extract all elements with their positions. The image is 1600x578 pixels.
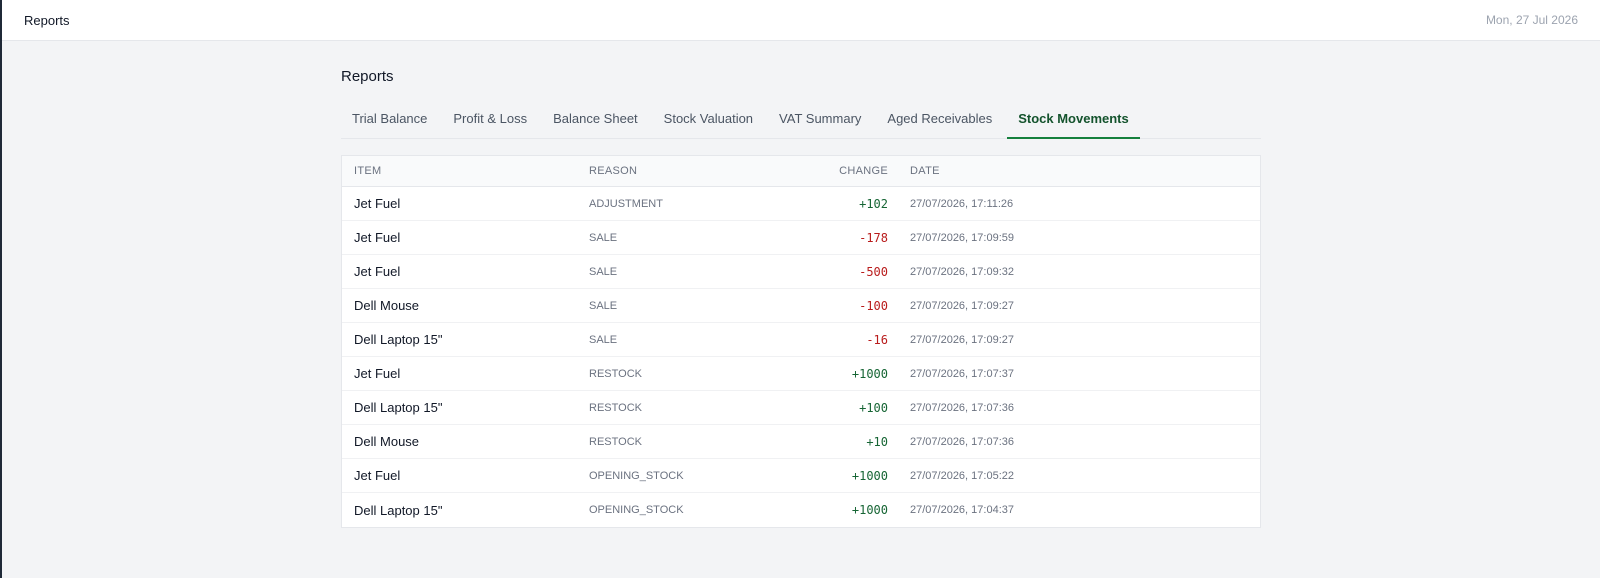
cell-change: +1000 xyxy=(851,503,888,517)
cell-date: 27/07/2026, 17:07:36 xyxy=(910,435,1014,448)
cell-change: +1000 xyxy=(851,366,888,381)
table-header: ITEM REASON CHANGE DATE xyxy=(342,156,1260,187)
cell-date: 27/07/2026, 17:07:37 xyxy=(910,367,1014,380)
table-row[interactable]: Jet Fuel SALE -178 27/07/2026, 17:09:59 xyxy=(342,221,1260,255)
cell-item: Jet Fuel xyxy=(354,468,401,483)
cell-reason: RESTOCK xyxy=(589,435,642,448)
tab-balance-sheet[interactable]: Balance Sheet xyxy=(542,102,649,138)
cell-change: -100 xyxy=(859,298,888,313)
cell-change: -16 xyxy=(866,332,888,347)
tab-vat-summary[interactable]: VAT Summary xyxy=(768,102,872,138)
cell-change: +1000 xyxy=(851,468,888,483)
page-title: Reports xyxy=(341,68,394,85)
table-row[interactable]: Dell Laptop 15" RESTOCK +100 27/07/2026,… xyxy=(342,391,1260,425)
cell-item: Jet Fuel xyxy=(354,196,401,211)
table-row[interactable]: Jet Fuel ADJUSTMENT +102 27/07/2026, 17:… xyxy=(342,187,1260,221)
cell-reason: RESTOCK xyxy=(589,367,642,380)
topbar-title: Reports xyxy=(24,12,70,28)
cell-item: Dell Mouse xyxy=(354,434,420,449)
cell-change: +102 xyxy=(859,196,888,211)
cell-reason: RESTOCK xyxy=(589,401,642,414)
table-body: Jet Fuel ADJUSTMENT +102 27/07/2026, 17:… xyxy=(342,187,1260,527)
cell-reason: OPENING_STOCK xyxy=(589,469,684,482)
table-row[interactable]: Dell Mouse SALE -100 27/07/2026, 17:09:2… xyxy=(342,289,1260,323)
tab-stock-valuation[interactable]: Stock Valuation xyxy=(653,102,764,138)
cell-reason: SALE xyxy=(589,231,618,244)
report-tabs: Trial Balance Profit & Loss Balance Shee… xyxy=(341,102,1261,139)
tab-aged-receivables[interactable]: Aged Receivables xyxy=(876,102,1003,138)
cell-item: Dell Laptop 15" xyxy=(354,502,443,518)
top-bar: Reports Mon, 27 Jul 2026 xyxy=(2,0,1600,41)
cell-item: Dell Laptop 15" xyxy=(354,400,443,415)
cell-date: 27/07/2026, 17:11:26 xyxy=(910,197,1014,210)
tab-trial-balance[interactable]: Trial Balance xyxy=(341,102,438,138)
stock-movements-table: ITEM REASON CHANGE DATE Jet Fuel ADJUSTM… xyxy=(341,155,1261,528)
cell-change: +10 xyxy=(866,434,888,449)
table-row[interactable]: Jet Fuel OPENING_STOCK +1000 27/07/2026,… xyxy=(342,459,1260,493)
cell-date: 27/07/2026, 17:04:37 xyxy=(910,504,1014,516)
cell-item: Dell Laptop 15" xyxy=(354,332,443,347)
cell-change: -178 xyxy=(859,230,888,245)
cell-date: 27/07/2026, 17:09:27 xyxy=(910,333,1014,346)
cell-date: 27/07/2026, 17:09:59 xyxy=(910,231,1014,244)
cell-item: Dell Mouse xyxy=(354,298,420,313)
cell-item: Jet Fuel xyxy=(354,230,401,245)
column-header-date[interactable]: DATE xyxy=(888,165,1148,177)
column-header-reason[interactable]: REASON xyxy=(589,165,804,177)
cell-date: 27/07/2026, 17:07:36 xyxy=(910,401,1014,414)
cell-reason: ADJUSTMENT xyxy=(589,197,663,210)
table-row[interactable]: Dell Mouse RESTOCK +10 27/07/2026, 17:07… xyxy=(342,425,1260,459)
cell-date: 27/07/2026, 17:05:22 xyxy=(910,469,1014,482)
column-header-change[interactable]: CHANGE xyxy=(804,165,888,177)
column-header-item[interactable]: ITEM xyxy=(342,165,589,177)
cell-change: -500 xyxy=(859,264,888,279)
table-row[interactable]: Dell Laptop 15" SALE -16 27/07/2026, 17:… xyxy=(342,323,1260,357)
cell-reason: SALE xyxy=(589,333,618,346)
table-row[interactable]: Dell Laptop 15" OPENING_STOCK +1000 27/0… xyxy=(342,493,1260,527)
cell-item: Jet Fuel xyxy=(354,366,401,381)
cell-item: Jet Fuel xyxy=(354,264,401,279)
window-edge xyxy=(0,0,2,578)
cell-date: 27/07/2026, 17:09:27 xyxy=(910,299,1014,312)
cell-change: +100 xyxy=(859,400,888,415)
cell-reason: SALE xyxy=(589,265,618,278)
table-row[interactable]: Jet Fuel SALE -500 27/07/2026, 17:09:32 xyxy=(342,255,1260,289)
cell-reason: SALE xyxy=(589,299,618,312)
table-row[interactable]: Jet Fuel RESTOCK +1000 27/07/2026, 17:07… xyxy=(342,357,1260,391)
topbar-date: Mon, 27 Jul 2026 xyxy=(1485,13,1578,27)
cell-reason: OPENING_STOCK xyxy=(589,504,684,516)
tab-profit-loss[interactable]: Profit & Loss xyxy=(442,102,538,138)
main-content: Reports Trial Balance Profit & Loss Bala… xyxy=(341,41,1261,528)
tab-stock-movements[interactable]: Stock Movements xyxy=(1007,102,1140,139)
cell-date: 27/07/2026, 17:09:32 xyxy=(910,265,1014,278)
